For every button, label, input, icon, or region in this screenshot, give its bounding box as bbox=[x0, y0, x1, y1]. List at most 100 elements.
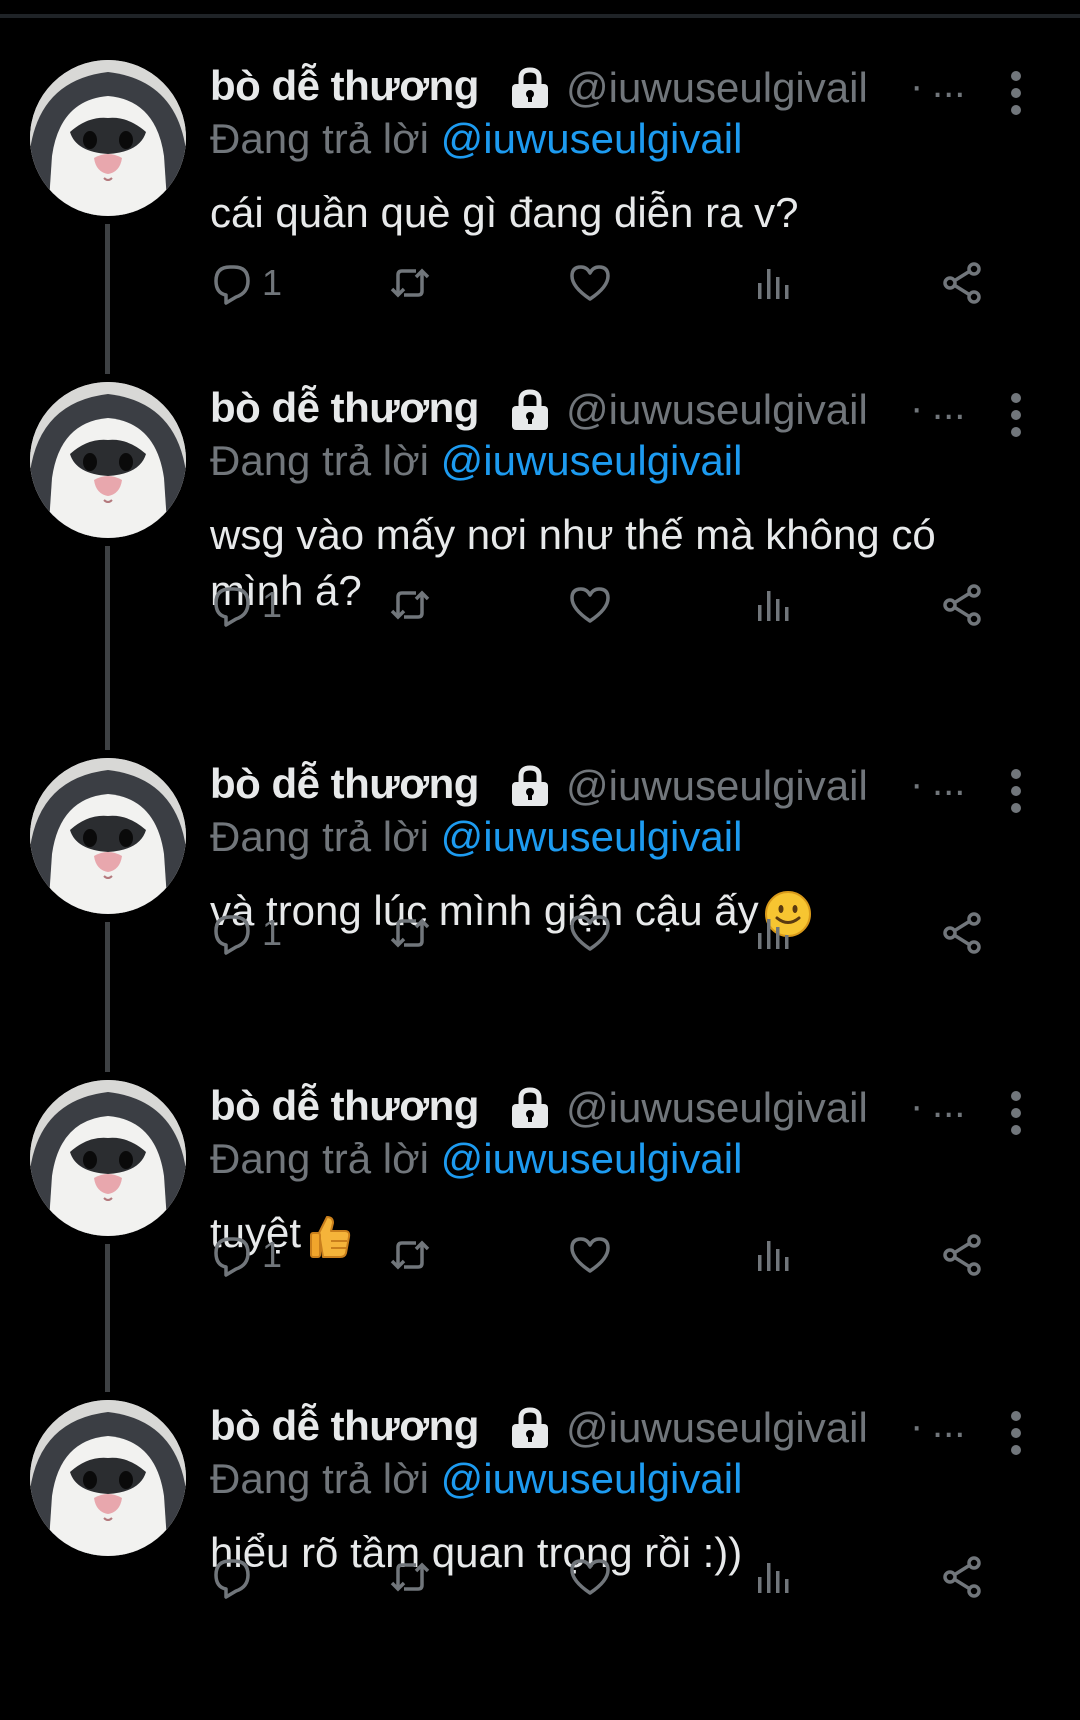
more-vertical-icon[interactable] bbox=[996, 390, 1036, 440]
more-vertical-icon[interactable] bbox=[996, 68, 1036, 118]
more-vertical-icon[interactable] bbox=[996, 766, 1036, 816]
tweet[interactable]: bò dễ thương @iuwuseulgivail ·... Đang trả … bbox=[0, 1080, 1080, 1400]
like-button[interactable] bbox=[568, 1547, 612, 1607]
author-handle[interactable]: @iuwuseulgivail bbox=[566, 386, 868, 434]
tweet-actions: 1 bbox=[210, 575, 1030, 635]
avatar[interactable] bbox=[30, 1400, 186, 1556]
more-vertical-icon[interactable] bbox=[996, 1408, 1036, 1458]
views-icon bbox=[750, 583, 794, 627]
share-button[interactable] bbox=[940, 903, 984, 963]
replying-to: Đang trả lời @iuwuseulgivail bbox=[210, 1455, 742, 1503]
author-name[interactable]: bò dễ thương bbox=[210, 760, 479, 808]
avatar[interactable] bbox=[30, 382, 186, 538]
avatar[interactable] bbox=[30, 1080, 186, 1236]
retweet-icon bbox=[388, 911, 432, 955]
author-handle[interactable]: @iuwuseulgivail bbox=[566, 64, 868, 112]
reply-mention[interactable]: @iuwuseulgivail bbox=[441, 813, 743, 860]
reply-mention[interactable]: @iuwuseulgivail bbox=[441, 437, 743, 484]
reply-mention[interactable]: @iuwuseulgivail bbox=[441, 1135, 743, 1182]
views-icon bbox=[750, 261, 794, 305]
author-name[interactable]: bò dễ thương bbox=[210, 62, 479, 110]
like-icon bbox=[568, 1233, 612, 1277]
retweet-icon bbox=[388, 1555, 432, 1599]
author-name[interactable]: bò dễ thương bbox=[210, 384, 479, 432]
timestamp[interactable]: ... bbox=[932, 384, 965, 429]
tweet[interactable]: bò dễ thương @iuwuseulgivail ·... Đang trả … bbox=[0, 1400, 1080, 1720]
lock-icon bbox=[506, 1406, 554, 1450]
like-icon bbox=[568, 911, 612, 955]
avatar[interactable] bbox=[30, 758, 186, 914]
tweet-actions bbox=[210, 1547, 1030, 1607]
views-button[interactable] bbox=[750, 1225, 794, 1285]
reply-icon bbox=[210, 1555, 254, 1599]
share-icon bbox=[940, 1233, 984, 1277]
tweet-actions: 1 bbox=[210, 1225, 1030, 1285]
author-handle[interactable]: @iuwuseulgivail bbox=[566, 762, 868, 810]
views-button[interactable] bbox=[750, 1547, 794, 1607]
reply-button[interactable]: 1 bbox=[210, 903, 282, 963]
more-vertical-icon[interactable] bbox=[996, 1088, 1036, 1138]
replying-prefix: Đang trả lời bbox=[210, 115, 429, 162]
lock-icon bbox=[506, 764, 554, 808]
views-button[interactable] bbox=[750, 903, 794, 963]
lock-icon bbox=[506, 388, 554, 432]
tweet[interactable]: bò dễ thương @iuwuseulgivail ·... Đang trả … bbox=[0, 60, 1080, 380]
timestamp[interactable]: ... bbox=[932, 760, 965, 805]
reply-button[interactable]: 1 bbox=[210, 1225, 282, 1285]
author-handle[interactable]: @iuwuseulgivail bbox=[566, 1084, 868, 1132]
tweet-header: bò dễ thương @iuwuseulgivail ·... bbox=[210, 758, 970, 818]
reply-button[interactable]: 1 bbox=[210, 575, 282, 635]
like-button[interactable] bbox=[568, 903, 612, 963]
views-button[interactable] bbox=[750, 575, 794, 635]
reply-button[interactable]: 1 bbox=[210, 253, 282, 313]
author-name[interactable]: bò dễ thương bbox=[210, 1082, 479, 1130]
share-button[interactable] bbox=[940, 1547, 984, 1607]
replying-prefix: Đang trả lời bbox=[210, 1455, 429, 1502]
replying-to: Đang trả lời @iuwuseulgivail bbox=[210, 437, 742, 485]
separator-dot: · bbox=[910, 1404, 924, 1448]
replying-to: Đang trả lời @iuwuseulgivail bbox=[210, 115, 742, 163]
like-icon bbox=[568, 261, 612, 305]
separator-dot: · bbox=[910, 1084, 924, 1128]
tweet-header: bò dễ thương @iuwuseulgivail ·... bbox=[210, 1400, 970, 1460]
timestamp[interactable]: ... bbox=[932, 1402, 965, 1447]
lock-icon bbox=[506, 66, 554, 110]
tweet[interactable]: bò dễ thương @iuwuseulgivail ·... Đang trả … bbox=[0, 758, 1080, 1078]
timestamp[interactable]: ... bbox=[932, 62, 965, 107]
views-button[interactable] bbox=[750, 253, 794, 313]
views-icon bbox=[750, 911, 794, 955]
like-button[interactable] bbox=[568, 253, 612, 313]
lock-icon bbox=[506, 1086, 554, 1130]
share-button[interactable] bbox=[940, 1225, 984, 1285]
author-handle[interactable]: @iuwuseulgivail bbox=[566, 1404, 868, 1452]
retweet-button[interactable] bbox=[388, 1547, 432, 1607]
reply-mention[interactable]: @iuwuseulgivail bbox=[441, 1455, 743, 1502]
reply-count: 1 bbox=[262, 584, 283, 625]
tweet-header: bò dễ thương @iuwuseulgivail ·... bbox=[210, 382, 970, 442]
retweet-icon bbox=[388, 583, 432, 627]
replying-prefix: Đang trả lời bbox=[210, 813, 429, 860]
replying-prefix: Đang trả lời bbox=[210, 1135, 429, 1182]
avatar[interactable] bbox=[30, 60, 186, 216]
reply-mention[interactable]: @iuwuseulgivail bbox=[441, 115, 743, 162]
like-button[interactable] bbox=[568, 1225, 612, 1285]
tweet-text-body: cái quần què gì đang diễn ra v? bbox=[210, 189, 799, 236]
timestamp[interactable]: ... bbox=[932, 1082, 965, 1127]
tweet-header: bò dễ thương @iuwuseulgivail ·... bbox=[210, 60, 970, 120]
retweet-button[interactable] bbox=[388, 253, 432, 313]
retweet-button[interactable] bbox=[388, 575, 432, 635]
tweet-text: cái quần què gì đang diễn ra v? bbox=[210, 185, 1010, 241]
share-button[interactable] bbox=[940, 253, 984, 313]
retweet-button[interactable] bbox=[388, 1225, 432, 1285]
reply-icon bbox=[210, 583, 254, 627]
separator-dot: · bbox=[910, 64, 924, 108]
reply-count: 1 bbox=[262, 262, 283, 303]
tweet[interactable]: bò dễ thương @iuwuseulgivail ·... Đang trả … bbox=[0, 382, 1080, 702]
reply-button[interactable] bbox=[210, 1547, 262, 1607]
replying-to: Đang trả lời @iuwuseulgivail bbox=[210, 1135, 742, 1183]
reply-icon bbox=[210, 1233, 254, 1277]
retweet-button[interactable] bbox=[388, 903, 432, 963]
like-button[interactable] bbox=[568, 575, 612, 635]
author-name[interactable]: bò dễ thương bbox=[210, 1402, 479, 1450]
share-button[interactable] bbox=[940, 575, 984, 635]
